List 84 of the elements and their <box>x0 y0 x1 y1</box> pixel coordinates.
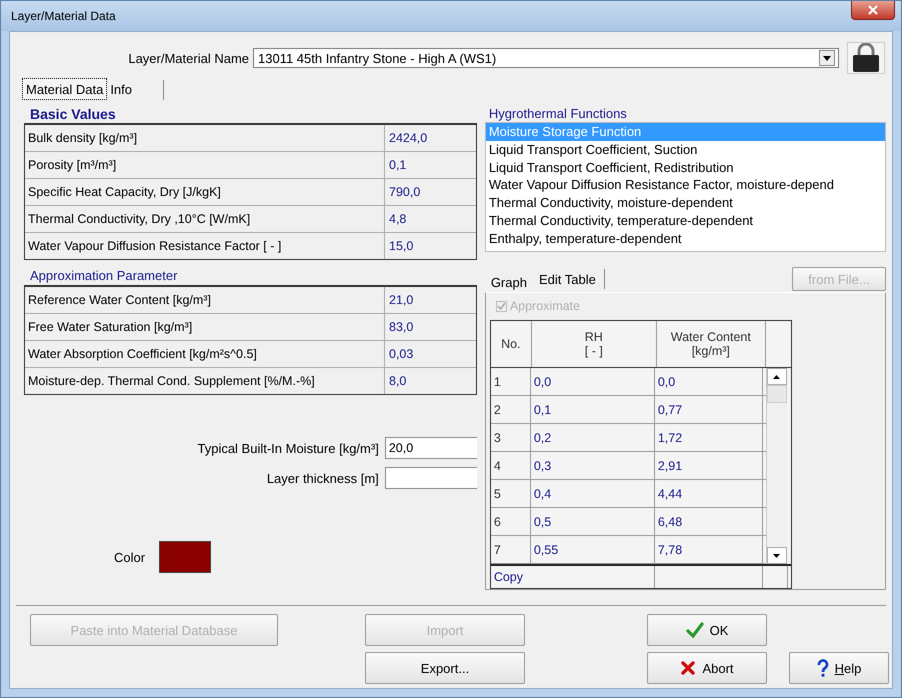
parameter-value[interactable]: 790,0 <box>385 185 476 199</box>
up-arrow-icon <box>773 374 780 378</box>
table-cell: 0,3 <box>530 452 655 479</box>
tab[interactable]: Material Data <box>22 78 108 100</box>
parameter-label: Thermal Conductivity, Dry ,10°C [W/mK] <box>25 206 385 232</box>
field-label: Layer thickness [m] <box>266 470 380 486</box>
checkbox-icon <box>496 300 507 312</box>
parameter-value[interactable]: 2424,0 <box>385 131 476 145</box>
scroll-up-button[interactable] <box>766 368 787 385</box>
scroll-thumb[interactable] <box>766 385 787 403</box>
parameter-value[interactable]: 21,0 <box>385 293 476 307</box>
table-cell: 0,4 <box>530 480 655 507</box>
dialog-button[interactable]: Abort <box>647 652 767 684</box>
question-mark-icon <box>816 659 829 677</box>
table-cell: 7 <box>490 536 531 563</box>
tab[interactable]: Edit Table <box>532 267 602 291</box>
dialog-button[interactable]: Help <box>789 652 889 684</box>
parameter-value[interactable]: 83,0 <box>385 320 476 334</box>
material-name-label: Layer/Material Name <box>127 50 250 66</box>
parameter-label: Moisture-dep. Thermal Cond. Supplement [%/M.-%] <box>25 368 385 394</box>
window-title: Layer/Material Data <box>11 9 116 23</box>
copy-link[interactable]: Copy <box>490 566 655 588</box>
x-icon <box>680 660 696 676</box>
table-cell: 0,0 <box>654 368 763 395</box>
parameter-label: Free Water Saturation [kg/m³] <box>25 314 385 340</box>
down-arrow-icon <box>773 554 780 558</box>
column-header: Water Content [kg/m³] <box>656 321 766 367</box>
dialog-button[interactable]: OK <box>647 614 767 646</box>
parameter-label: Water Vapour Diffusion Resistance Factor [ - ] <box>25 233 385 259</box>
table-cell: 7,78 <box>654 536 763 563</box>
function-item[interactable]: Liquid Transport Coefficient, Redistribution <box>486 158 885 176</box>
field-label: Typical Built-In Moisture [kg/m³] <box>197 440 380 456</box>
table-cell: 4 <box>490 452 531 479</box>
parameter-value[interactable]: 8,0 <box>385 374 476 388</box>
caret-icon <box>823 56 831 60</box>
group-title: Approximation Parameter <box>29 268 178 285</box>
parameter-label: Reference Water Content [kg/m³] <box>25 287 385 313</box>
function-item[interactable]: Water Vapour Diffusion Resistance Factor, moisture-depend <box>486 176 885 194</box>
table-cell: 0,0 <box>530 368 655 395</box>
table-cell: 0,77 <box>654 396 763 423</box>
input-field[interactable]: 20,0 <box>384 437 477 459</box>
input-field[interactable] <box>384 467 477 489</box>
table-cell: 2 <box>490 396 531 423</box>
function-item[interactable]: Enthalpy, temperature-dependent <box>486 230 885 248</box>
parameter-value[interactable]: 15,0 <box>385 239 476 253</box>
close-button[interactable] <box>851 1 895 20</box>
table-cell: 0,5 <box>530 508 655 535</box>
table-cell: 2,91 <box>654 452 763 479</box>
tab[interactable]: Info <box>107 78 135 100</box>
parameter-label: Porosity [m³/m³] <box>25 152 385 178</box>
table-cell: 6 <box>490 508 531 535</box>
table-cell: 0,2 <box>530 424 655 451</box>
close-icon <box>867 5 879 15</box>
scroll-down-button[interactable] <box>766 547 787 564</box>
color-swatch[interactable] <box>159 541 212 573</box>
padlock-icon[interactable] <box>847 42 885 74</box>
column-header: RH [ - ] <box>532 321 657 367</box>
tab[interactable]: Graph <box>484 270 533 294</box>
parameter-label: Water Absorption Coefficient [kg/m²s^0.5] <box>25 341 385 367</box>
table-cell: 5 <box>490 480 531 507</box>
function-item[interactable]: Thermal Conductivity, temperature-dependent <box>486 212 885 230</box>
parameter-value[interactable]: 4,8 <box>385 212 476 226</box>
material-name-dropdown[interactable]: 13011 45th Infantry Stone - High A (WS1) <box>253 48 839 68</box>
parameter-value[interactable]: 0,03 <box>385 347 476 361</box>
table-cell: 0,1 <box>530 396 655 423</box>
color-label: Color <box>114 550 146 564</box>
parameter-label: Specific Heat Capacity, Dry [J/kgK] <box>25 179 385 205</box>
functions-title: Hygrothermal Functions <box>488 106 628 121</box>
dropdown-button[interactable] <box>819 50 835 66</box>
table-cell: 0,55 <box>530 536 655 563</box>
table-cell: 1 <box>490 368 531 395</box>
parameter-label: Bulk density [kg/m³] <box>25 125 385 151</box>
function-item[interactable]: Liquid Transport Coefficient, Suction <box>486 140 885 159</box>
group-title: Basic Values <box>29 106 117 123</box>
dialog-button[interactable]: Export... <box>365 652 525 684</box>
scrollbar[interactable] <box>766 368 787 564</box>
column-header: No. <box>490 321 532 367</box>
table-cell: 6,48 <box>654 508 763 535</box>
table-cell: 1,72 <box>654 424 763 451</box>
table-cell: 4,44 <box>654 480 763 507</box>
checkmark-icon <box>686 622 704 638</box>
table-cell: 3 <box>490 424 531 451</box>
function-item[interactable]: Thermal Conductivity, moisture-dependent <box>486 194 885 212</box>
parameter-value[interactable]: 0,1 <box>385 158 476 172</box>
